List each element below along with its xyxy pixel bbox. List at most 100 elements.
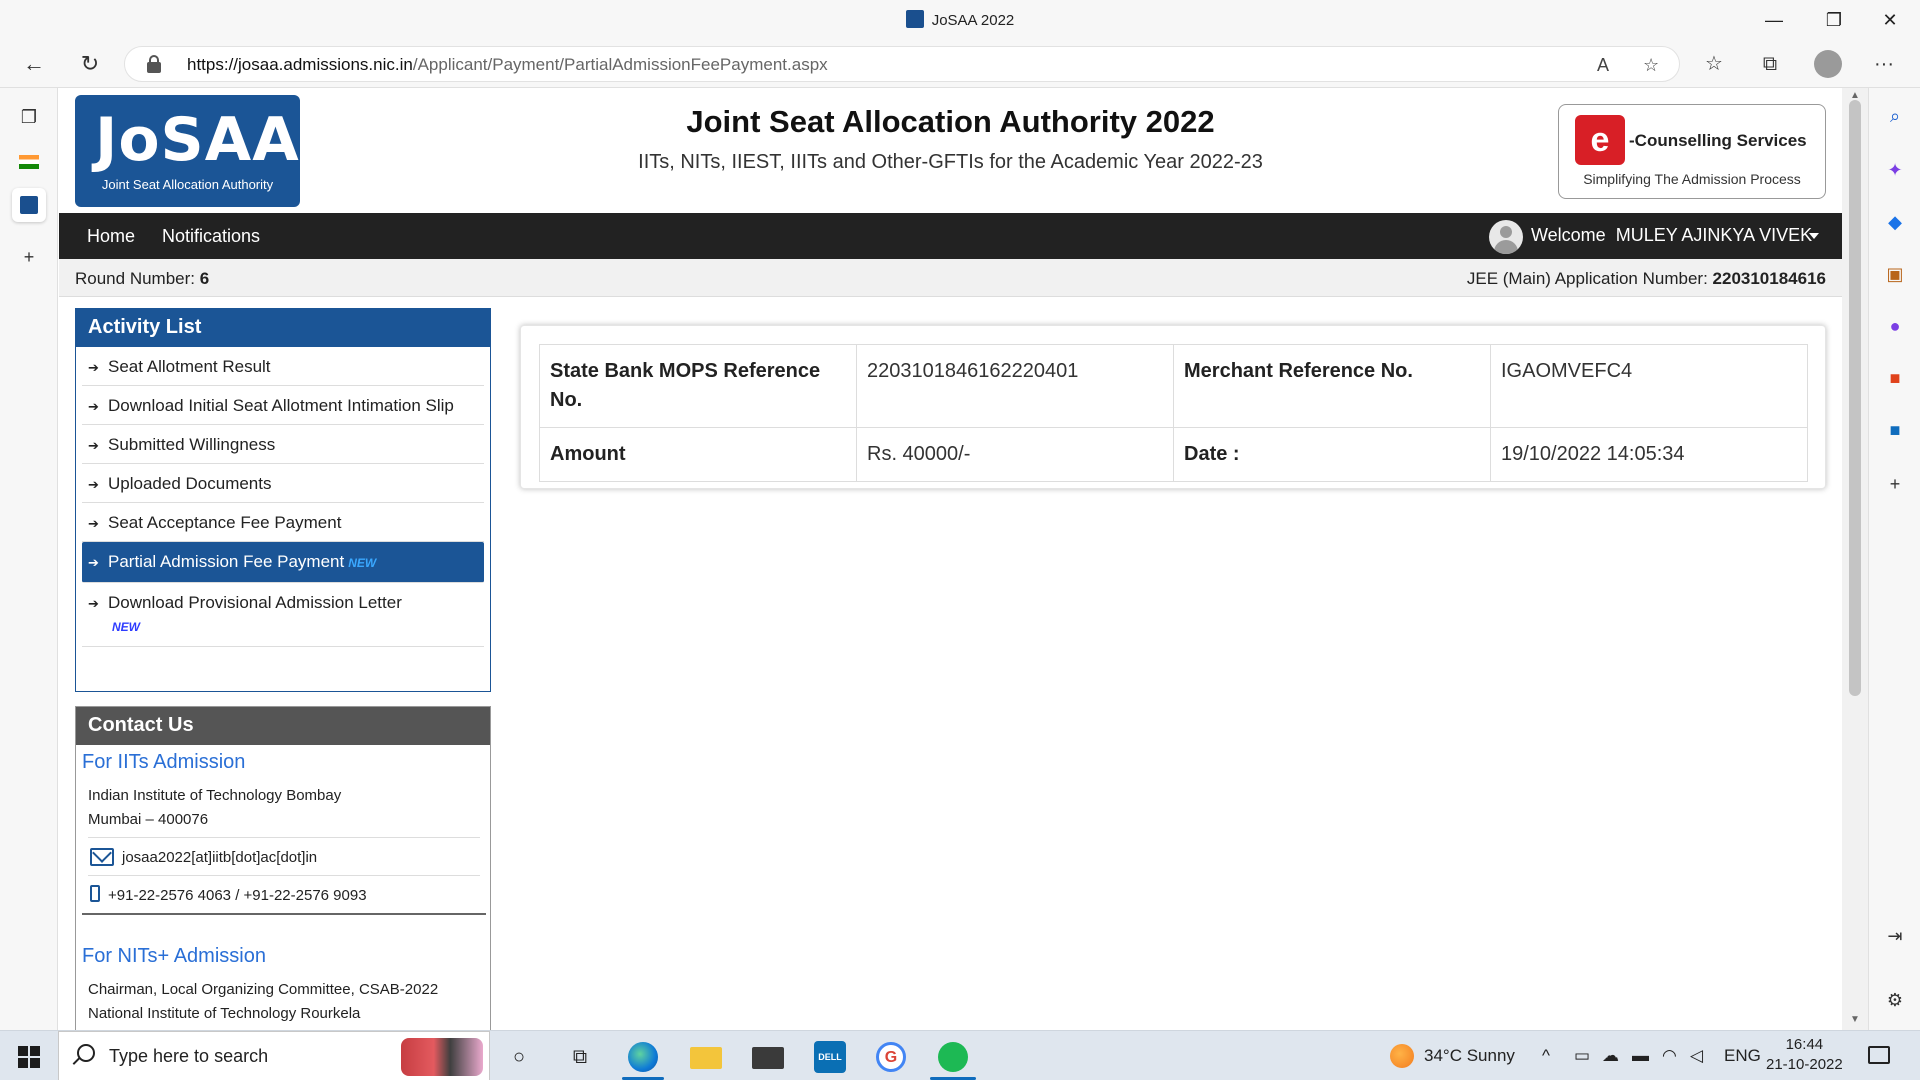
activity-item[interactable]: ➔ Seat Acceptance Fee Payment: [82, 503, 484, 542]
collections-icon[interactable]: ⧉: [1756, 50, 1784, 78]
windows-taskbar: Type here to search ○ ⧉ DELL G 34°C Sunn…: [0, 1030, 1920, 1080]
taskbar-clock[interactable]: 16:44 21-10-2022: [1766, 1035, 1843, 1075]
profile-avatar-icon[interactable]: [1814, 50, 1842, 78]
contact-us-panel: Contact Us For IITs Admission Indian Ins…: [75, 706, 491, 1030]
chevron-down-icon[interactable]: [1809, 233, 1819, 239]
arrow-right-icon: ➔: [88, 438, 99, 453]
iit-email[interactable]: josaa2022[at]iitb[dot]ac[dot]in: [122, 849, 317, 866]
activity-item[interactable]: ➔ Seat Allotment Result: [82, 347, 484, 386]
google-chrome-icon[interactable]: G: [876, 1042, 906, 1072]
arrow-right-icon: ➔: [88, 555, 99, 570]
activity-item[interactable]: ➔ Download Initial Seat Allotment Intimat…: [82, 386, 484, 425]
hide-sidebar-icon[interactable]: ⇥: [1883, 924, 1907, 948]
back-button[interactable]: ←: [16, 48, 52, 80]
arrow-right-icon: ➔: [88, 399, 99, 414]
shopping-tag-icon[interactable]: ◆: [1883, 210, 1907, 234]
notification-center-icon[interactable]: [1868, 1046, 1890, 1064]
discover-sparkle-icon[interactable]: ✦: [1883, 158, 1907, 182]
menu-notifications-link[interactable]: Notifications: [162, 226, 260, 247]
page-scrollbar[interactable]: ▲ ▼: [1842, 88, 1868, 1030]
new-badge: NEW: [112, 620, 140, 634]
activity-item[interactable]: ➔ Download Provisional Admission Letter NE…: [82, 583, 484, 647]
more-options-icon[interactable]: ···: [1870, 50, 1898, 78]
search-highlight-image[interactable]: [401, 1038, 483, 1076]
outlook-icon[interactable]: ■: [1883, 418, 1907, 442]
round-number: Round Number: 6: [75, 269, 210, 288]
favorites-icon[interactable]: ☆: [1700, 50, 1728, 78]
merchant-reference-label: Merchant Reference No.: [1173, 344, 1491, 428]
activity-item[interactable]: ➔ Submitted Willingness: [82, 425, 484, 464]
read-aloud-icon[interactable]: A: [1597, 55, 1609, 76]
activity-list-heading: Activity List: [76, 309, 490, 347]
close-window-button[interactable]: ✕: [1862, 6, 1918, 34]
task-view-icon[interactable]: ⧉: [564, 1041, 596, 1073]
iit-address-line1: Indian Institute of Technology Bombay: [88, 787, 342, 804]
url-text[interactable]: https://josaa.admissions.nic.in/Applican…: [187, 55, 828, 75]
sidebar-settings-gear-icon[interactable]: ⚙: [1883, 988, 1907, 1012]
user-menu[interactable]: Welcome MULEY AJINKYA VIVEK: [1531, 225, 1812, 246]
minimize-button[interactable]: —: [1746, 6, 1802, 34]
edge-browser-icon[interactable]: [628, 1042, 658, 1072]
battery-icon[interactable]: ▬: [1632, 1046, 1649, 1066]
iit-admission-heading[interactable]: For IITs Admission: [82, 751, 245, 774]
games-icon[interactable]: ●: [1883, 314, 1907, 338]
address-bar[interactable]: https://josaa.admissions.nic.in/Applican…: [124, 46, 1680, 82]
cortana-icon[interactable]: ○: [503, 1041, 535, 1073]
amount-label: Amount: [539, 427, 857, 482]
spotify-icon[interactable]: [938, 1042, 968, 1072]
office-icon[interactable]: ■: [1883, 366, 1907, 390]
amount-value: Rs. 40000/-: [856, 427, 1174, 482]
josaa-favicon-icon: [905, 10, 924, 28]
scrollbar-thumb[interactable]: [1849, 100, 1861, 696]
payment-details-table: State Bank MOPS Reference No. 2203101846…: [539, 344, 1808, 482]
clock-time: 16:44: [1785, 1036, 1824, 1053]
window-titlebar: JoSAA 2022 — ❐ ✕: [0, 0, 1920, 40]
new-tab-plus-icon[interactable]: +: [12, 240, 46, 274]
tab-josaa[interactable]: [12, 188, 46, 222]
meet-now-icon[interactable]: ▭: [1574, 1046, 1590, 1066]
dell-app-icon[interactable]: DELL: [814, 1041, 846, 1073]
onedrive-cloud-icon[interactable]: ☁: [1602, 1046, 1619, 1066]
search-icon[interactable]: ⌕: [1883, 104, 1907, 128]
divider: [88, 837, 480, 838]
activity-item[interactable]: ➔ Uploaded Documents: [82, 464, 484, 503]
restore-button[interactable]: ❐: [1806, 6, 1862, 34]
reload-button[interactable]: ↻: [72, 48, 108, 80]
menu-home-link[interactable]: Home: [87, 226, 135, 247]
nit-admission-heading[interactable]: For NITs+ Admission: [82, 945, 266, 968]
volume-icon[interactable]: ◁: [1690, 1046, 1703, 1066]
input-language[interactable]: ENG: [1724, 1046, 1761, 1066]
tab-india-flag[interactable]: [12, 144, 46, 178]
taskbar-search-box[interactable]: Type here to search: [58, 1031, 490, 1080]
weather-text[interactable]: 34°C Sunny: [1424, 1046, 1515, 1066]
tab-actions-icon[interactable]: ❐: [12, 100, 46, 134]
divider: [88, 875, 480, 876]
weather-sun-icon[interactable]: [1390, 1044, 1414, 1068]
site-header: JoSAA Joint Seat Allocation Authority Jo…: [59, 88, 1842, 213]
mail-app-icon[interactable]: [752, 1047, 784, 1069]
merchant-reference-value: IGAOMVEFC4: [1490, 344, 1808, 428]
arrow-right-icon: ➔: [88, 596, 99, 611]
windows-start-icon[interactable]: [18, 1046, 40, 1068]
tools-briefcase-icon[interactable]: ▣: [1883, 262, 1907, 286]
wifi-icon[interactable]: ◠: [1662, 1046, 1677, 1066]
iit-address-line2: Mumbai – 400076: [88, 811, 209, 828]
tray-expand-icon[interactable]: ^: [1542, 1046, 1550, 1066]
mops-reference-label: State Bank MOPS Reference No.: [539, 344, 857, 428]
date-label: Date :: [1173, 427, 1491, 482]
arrow-right-icon: ➔: [88, 477, 99, 492]
add-sidebar-app-icon[interactable]: +: [1883, 472, 1907, 496]
scroll-down-icon[interactable]: ▼: [1850, 1014, 1860, 1025]
date-value: 19/10/2022 14:05:34: [1490, 427, 1808, 482]
user-avatar-icon[interactable]: [1489, 220, 1523, 254]
file-explorer-icon[interactable]: [690, 1047, 722, 1069]
activity-item[interactable]: ➔ Partial Admission Fee Payment NEW: [82, 542, 484, 583]
iit-phone[interactable]: +91-22-2576 4063 / +91-22-2576 9093: [108, 887, 367, 904]
e-counselling-logo: e -Counselling Services Simplifying The …: [1558, 104, 1826, 199]
payment-details-card: State Bank MOPS Reference No. 2203101846…: [520, 325, 1826, 489]
table-row: Amount Rs. 40000/- Date : 19/10/2022 14:…: [539, 427, 1808, 482]
new-badge: NEW: [348, 556, 377, 570]
add-favorite-icon[interactable]: ☆: [1643, 55, 1659, 76]
lock-icon[interactable]: [147, 55, 161, 73]
mail-icon: [90, 848, 114, 866]
